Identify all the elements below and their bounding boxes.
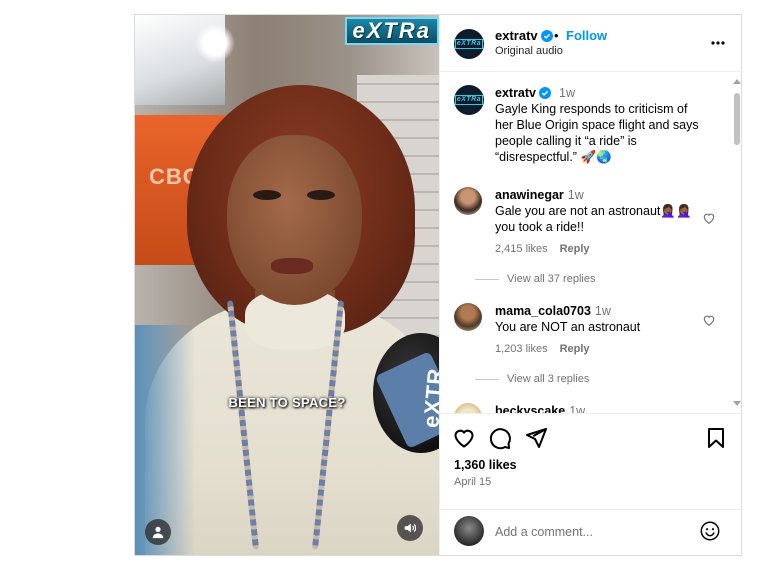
more-icon xyxy=(711,41,725,45)
author-username[interactable]: extratv xyxy=(495,28,553,43)
comment-body: anawinegar 1w Gale you are not an astrona… xyxy=(495,187,700,235)
comments-scrollbar[interactable] xyxy=(732,75,742,411)
view-replies-link[interactable]: View all 3 replies xyxy=(475,373,589,385)
comment-text: Gale you are not an astronaut🤦🏾‍♀️🤦🏾‍♀️ … xyxy=(495,204,692,234)
user-tag-button[interactable] xyxy=(145,519,171,545)
comment-text: You are NOT an astronaut xyxy=(495,320,641,334)
post-date[interactable]: April 15 xyxy=(454,476,491,488)
instagram-post-modal: CBC MO eXTR eXTRa BEEN TO SPACE? eXTRa e… xyxy=(134,14,743,556)
likes-count[interactable]: 1,360 likes xyxy=(454,458,517,472)
bookmark-icon[interactable] xyxy=(704,426,728,450)
add-comment-bar xyxy=(440,509,743,555)
header-separator: • xyxy=(554,28,559,43)
current-user-avatar xyxy=(454,516,484,546)
follow-button[interactable]: Follow xyxy=(566,28,607,43)
replies-divider xyxy=(475,278,499,280)
comment-likes[interactable]: 2,415 likes xyxy=(495,243,548,255)
post-header: eXTRa extratv • Follow Original audio xyxy=(440,15,743,72)
comment-like-heart-icon[interactable] xyxy=(702,211,716,225)
comment-likes[interactable]: 1,203 likes xyxy=(495,343,548,355)
audio-label[interactable]: Original audio xyxy=(495,45,563,57)
sound-icon xyxy=(404,523,417,533)
commenter-avatar[interactable] xyxy=(454,303,482,331)
comment-username[interactable]: beckyscake xyxy=(495,404,565,413)
right-eye xyxy=(307,190,335,200)
comment-meta: 2,415 likes Reply xyxy=(495,243,590,255)
author-username-text[interactable]: extratv xyxy=(495,28,538,43)
video-caption: BEEN TO SPACE? xyxy=(228,395,346,410)
share-icon[interactable] xyxy=(524,426,548,450)
mute-button[interactable] xyxy=(397,515,423,541)
caption-time[interactable]: 1w xyxy=(559,86,575,100)
caption-username[interactable]: extratv xyxy=(495,86,536,100)
post-actions: 1,360 likes April 15 xyxy=(440,413,743,503)
comment-meta: 1,203 likes Reply xyxy=(495,343,590,355)
caption-avatar-logo: eXTRa xyxy=(454,95,484,105)
comment-input[interactable] xyxy=(495,522,685,542)
user-tag-icon xyxy=(152,526,164,539)
like-heart-icon[interactable] xyxy=(452,426,476,450)
comment-time[interactable]: 1w xyxy=(595,304,611,318)
view-replies-link[interactable]: View all 37 replies xyxy=(475,273,595,285)
verified-icon xyxy=(540,30,553,42)
extra-logo: eXTRa xyxy=(344,17,439,45)
emoji-icon[interactable] xyxy=(699,520,721,542)
comment-time[interactable]: 1w xyxy=(569,404,585,413)
person-face xyxy=(227,135,362,305)
studio-lamp xyxy=(195,23,235,63)
view-replies-label[interactable]: View all 37 replies xyxy=(507,273,595,285)
scroll-down-arrow[interactable] xyxy=(733,401,741,406)
commenter-avatar[interactable] xyxy=(454,403,482,413)
comment-body: beckyscake 1w xyxy=(495,403,700,413)
person-mouth xyxy=(271,258,313,274)
reply-button[interactable]: Reply xyxy=(560,343,590,355)
reply-button[interactable]: Reply xyxy=(560,243,590,255)
comment-like-heart-icon[interactable] xyxy=(702,313,716,327)
comment-body: mama_cola0703 1w You are NOT an astronaut xyxy=(495,303,700,335)
comment-username[interactable]: anawinegar xyxy=(495,188,564,202)
more-options-button[interactable] xyxy=(708,33,728,53)
replies-divider xyxy=(475,378,499,380)
caption-body: extratv 1w Gayle King responds to critici… xyxy=(495,85,700,165)
comments-list[interactable]: eXTRa extratv 1w Gayle King responds to c… xyxy=(440,73,743,413)
avatar-logo: eXTRa xyxy=(454,39,484,49)
post-sidebar: eXTRa extratv • Follow Original audio eX… xyxy=(439,15,743,555)
author-avatar[interactable]: eXTRa xyxy=(454,29,484,59)
view-replies-label[interactable]: View all 3 replies xyxy=(507,373,589,385)
left-eye xyxy=(253,190,281,200)
comment-time[interactable]: 1w xyxy=(568,188,584,202)
commenter-avatar[interactable] xyxy=(454,187,482,215)
caption-avatar[interactable]: eXTRa xyxy=(454,85,484,115)
comment-icon[interactable] xyxy=(488,426,512,450)
verified-icon xyxy=(539,87,551,99)
scroll-thumb[interactable] xyxy=(734,93,740,145)
comment-username[interactable]: mama_cola0703 xyxy=(495,304,591,318)
reel-video[interactable]: CBC MO eXTR eXTRa BEEN TO SPACE? xyxy=(135,15,439,555)
caption-text: Gayle King responds to criticism of her … xyxy=(495,102,699,164)
scroll-up-arrow[interactable] xyxy=(733,79,741,84)
